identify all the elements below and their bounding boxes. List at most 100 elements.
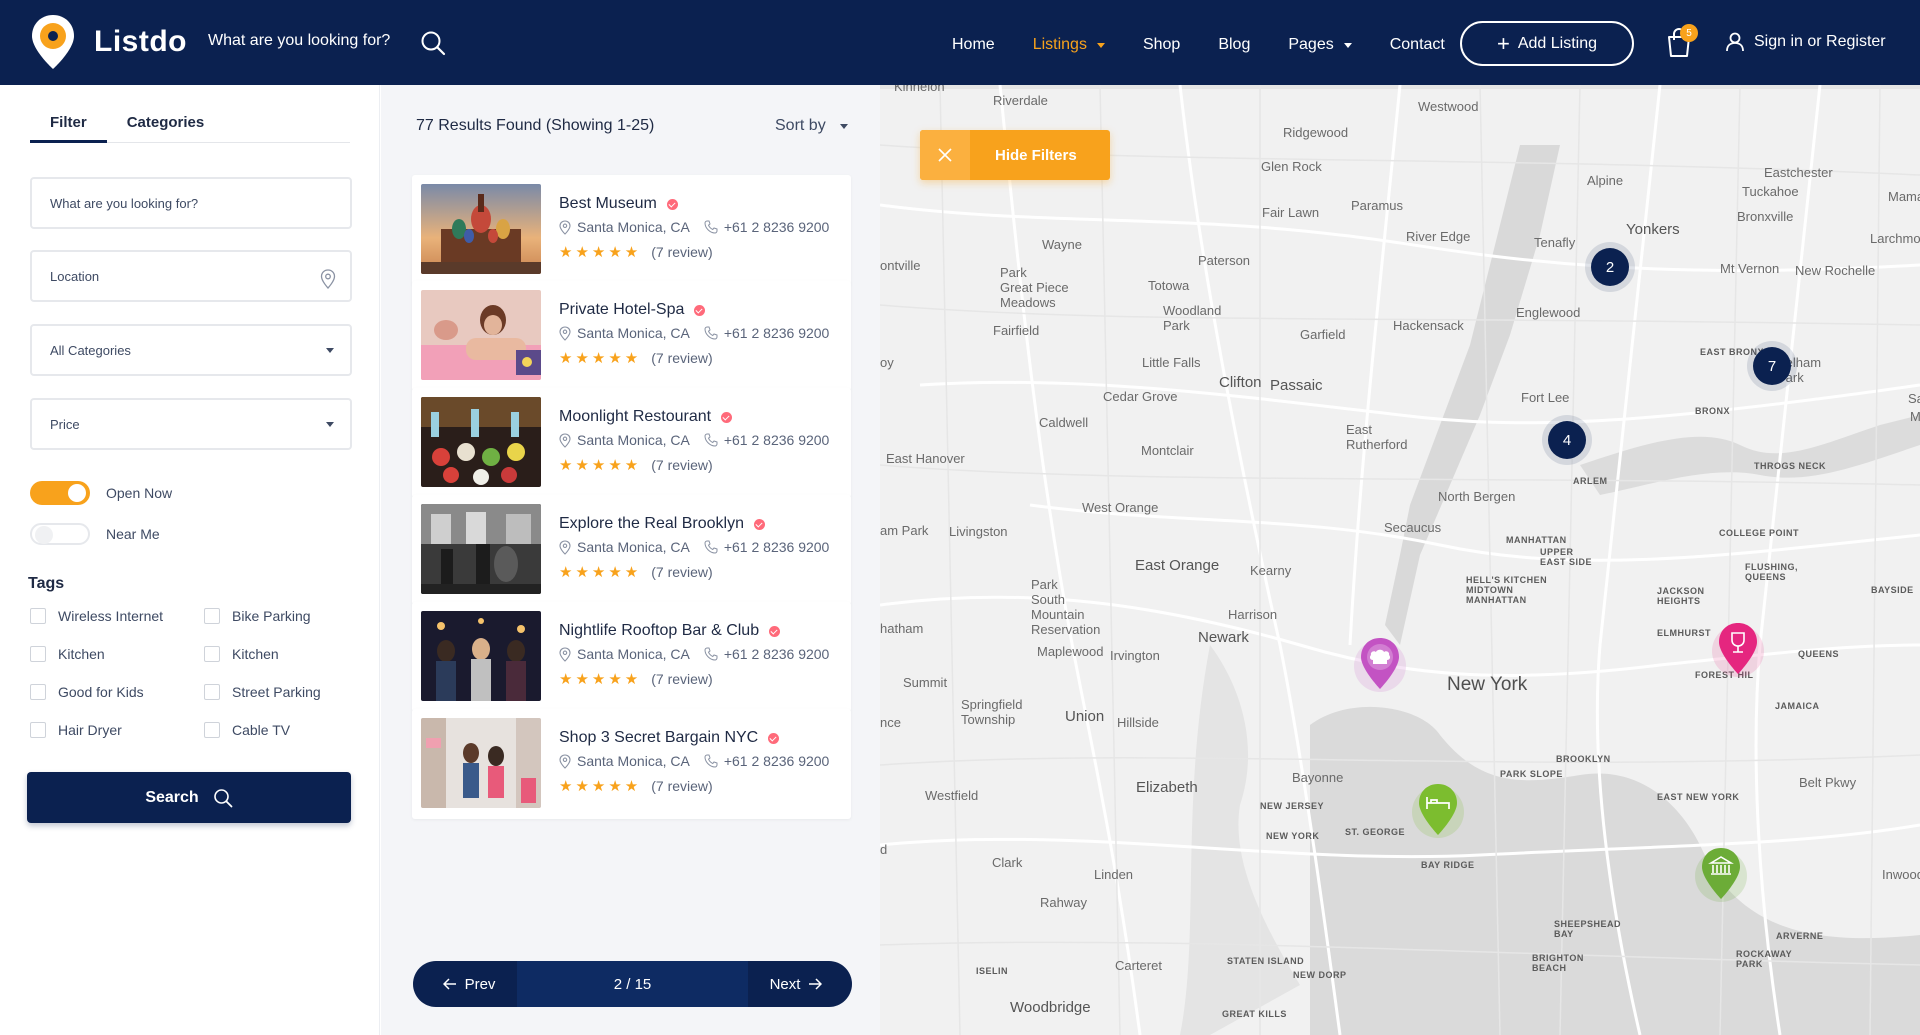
listing-thumbnail[interactable]	[421, 611, 541, 701]
listing-title[interactable]: Moonlight Restourant	[559, 408, 733, 426]
listing-card[interactable]: Explore the Real Brooklyn Santa Monica, …	[412, 495, 851, 605]
checkbox[interactable]	[30, 608, 46, 624]
map-cluster-marker[interactable]: 7	[1753, 347, 1791, 385]
open-now-row: Open Now	[30, 481, 172, 505]
map-label: ELMHURST	[1657, 628, 1711, 638]
map-cluster-marker[interactable]: 4	[1548, 421, 1586, 459]
review-count[interactable]: (7 review)	[651, 244, 712, 260]
listing-card[interactable]: Shop 3 Secret Bargain NYC Santa Monica, …	[412, 709, 851, 819]
next-label: Next	[769, 975, 801, 993]
listing-card[interactable]: Best Museum Santa Monica, CA +61 2 8236 …	[412, 175, 851, 285]
nav-pages-label: Pages	[1288, 36, 1334, 53]
tag-checkbox[interactable]: Street Parking	[204, 684, 321, 700]
chef-hat-icon[interactable]	[1353, 633, 1407, 699]
verified-icon	[694, 304, 706, 316]
listing-title[interactable]: Best Museum	[559, 195, 678, 213]
bed-icon[interactable]	[1411, 779, 1465, 845]
add-listing-button[interactable]: + Add Listing	[1460, 21, 1634, 66]
hide-filters-button[interactable]: Hide Filters	[920, 130, 1110, 180]
listing-card[interactable]: Private Hotel-Spa Santa Monica, CA +61 2…	[412, 281, 851, 391]
nav-pages[interactable]: Pages	[1288, 36, 1352, 54]
listing-thumbnail[interactable]	[421, 184, 541, 274]
near-me-toggle[interactable]	[30, 523, 90, 545]
sign-in-link[interactable]: Sign in or Register	[1726, 32, 1886, 52]
listing-title[interactable]: Shop 3 Secret Bargain NYC	[559, 729, 780, 747]
tag-checkbox[interactable]: Kitchen	[30, 646, 105, 662]
review-count[interactable]: (7 review)	[651, 778, 712, 794]
tag-checkbox[interactable]: Bike Parking	[204, 608, 311, 624]
location-input[interactable]: Location	[30, 250, 352, 302]
category-select[interactable]: All Categories	[30, 324, 352, 376]
listing-location: Santa Monica, CA	[577, 646, 690, 662]
listing-rating: ★★★★★ (7 review)	[559, 563, 713, 581]
search-icon	[213, 788, 233, 807]
map-label: Garfield	[1300, 327, 1346, 342]
add-listing-label: Add Listing	[1517, 34, 1598, 52]
listing-thumbnail[interactable]	[421, 397, 541, 487]
map-label: d	[880, 842, 888, 857]
nav-contact[interactable]: Contact	[1390, 36, 1445, 54]
checkbox[interactable]	[30, 646, 46, 662]
nav-listings[interactable]: Listings	[1033, 36, 1105, 54]
checkbox[interactable]	[30, 684, 46, 700]
map-label: West Orange	[1082, 500, 1159, 515]
tag-checkbox[interactable]: Hair Dryer	[30, 722, 122, 738]
tag-checkbox[interactable]: Cable TV	[204, 722, 290, 738]
checkbox[interactable]	[204, 646, 220, 662]
review-count[interactable]: (7 review)	[651, 564, 712, 580]
tab-filter[interactable]: Filter	[30, 112, 107, 143]
logo[interactable]: Listdo	[30, 13, 187, 71]
nav-home-label: Home	[952, 36, 995, 53]
nav-shop[interactable]: Shop	[1143, 36, 1180, 54]
map-label: ROCKAWAY PARK	[1736, 949, 1793, 969]
open-now-toggle[interactable]	[30, 481, 90, 505]
nav-contact-label: Contact	[1389, 36, 1445, 53]
listing-rating: ★★★★★ (7 review)	[559, 349, 713, 367]
price-select[interactable]: Price	[30, 398, 352, 450]
top-navbar: Listdo What are you looking for? Home Li…	[0, 0, 1920, 85]
listing-title[interactable]: Explore the Real Brooklyn	[559, 515, 765, 533]
map-view[interactable]: Kinnelon Riverdale Westwood Ridgewood Gl…	[880, 85, 1920, 1035]
checkbox[interactable]	[30, 722, 46, 738]
tab-categories[interactable]: Categories	[107, 112, 225, 143]
map-label: New York	[1447, 674, 1528, 695]
listing-card[interactable]: Nightlife Rooftop Bar & Club Santa Monic…	[412, 602, 851, 712]
search-icon[interactable]	[420, 30, 446, 61]
review-count[interactable]: (7 review)	[651, 457, 712, 473]
checkbox[interactable]	[204, 722, 220, 738]
review-count[interactable]: (7 review)	[651, 671, 712, 687]
header-search-input[interactable]: What are you looking for?	[208, 32, 390, 50]
wine-glass-icon[interactable]	[1711, 618, 1765, 684]
review-count[interactable]: (7 review)	[651, 350, 712, 366]
museum-icon[interactable]	[1694, 843, 1748, 909]
listing-thumbnail[interactable]	[421, 290, 541, 380]
sort-by-dropdown[interactable]: Sort by	[775, 117, 848, 135]
listing-card[interactable]: Moonlight Restourant Santa Monica, CA +6…	[412, 388, 851, 498]
map-label: Maplewood	[1037, 644, 1104, 659]
cart-count-badge: 5	[1680, 24, 1698, 42]
listing-location: Santa Monica, CA	[577, 219, 690, 235]
keyword-search-input[interactable]: What are you looking for?	[30, 177, 352, 229]
tag-checkbox[interactable]: Kitchen	[204, 646, 279, 662]
search-button[interactable]: Search	[27, 772, 351, 823]
location-pin-icon[interactable]	[320, 269, 336, 292]
map-label: Kearny	[1250, 563, 1292, 578]
checkbox[interactable]	[204, 608, 220, 624]
checkbox[interactable]	[204, 684, 220, 700]
next-page-button[interactable]: Next	[748, 961, 852, 1007]
map-label: GREAT KILLS	[1222, 1009, 1287, 1019]
map-cluster-marker[interactable]: 2	[1591, 248, 1629, 286]
chevron-down-icon	[839, 123, 848, 129]
tag-checkbox[interactable]: Wireless Internet	[30, 608, 163, 624]
location-placeholder: Location	[50, 268, 100, 284]
listing-meta: Santa Monica, CA +61 2 8236 9200	[559, 432, 829, 448]
listing-thumbnail[interactable]	[421, 718, 541, 808]
listing-thumbnail[interactable]	[421, 504, 541, 594]
map-label: oy	[880, 355, 894, 370]
nav-blog[interactable]: Blog	[1218, 36, 1250, 54]
prev-page-button[interactable]: Prev	[413, 961, 517, 1007]
nav-home[interactable]: Home	[952, 36, 995, 54]
listing-title[interactable]: Nightlife Rooftop Bar & Club	[559, 622, 781, 640]
listing-title[interactable]: Private Hotel-Spa	[559, 301, 706, 319]
tag-checkbox[interactable]: Good for Kids	[30, 684, 144, 700]
